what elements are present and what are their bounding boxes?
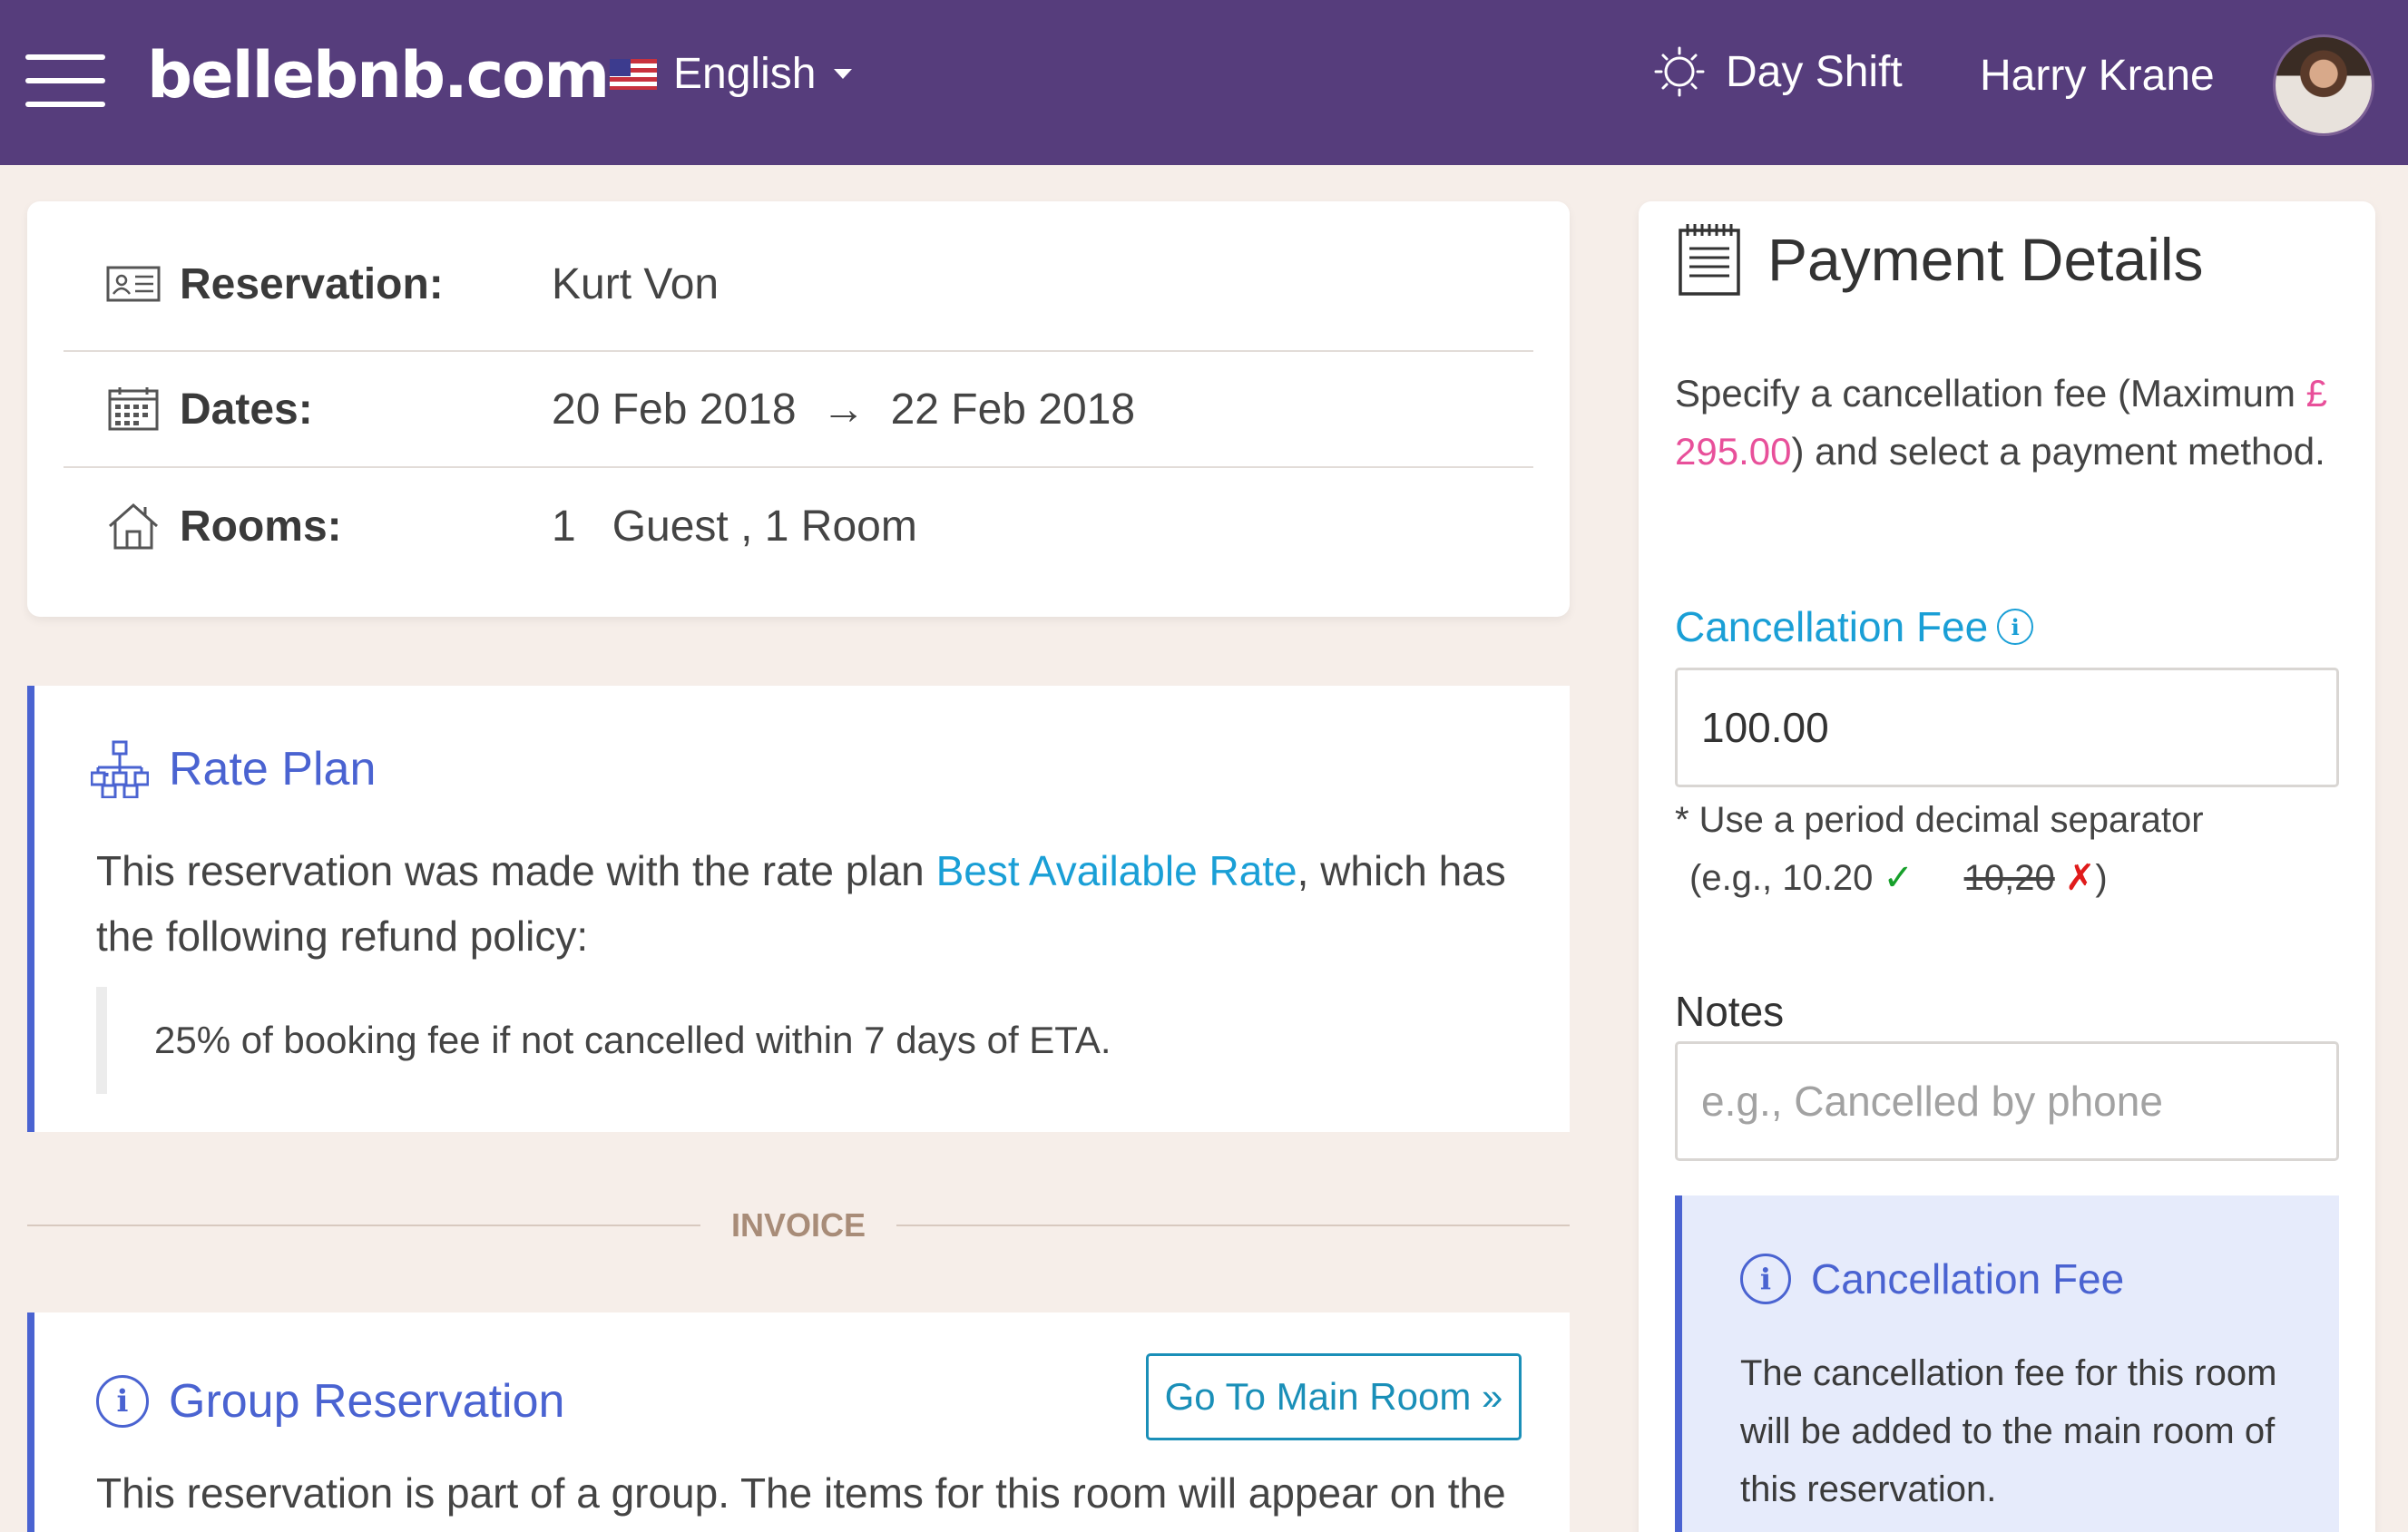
- shift-label: Day Shift: [1726, 47, 1903, 96]
- calendar-icon: [108, 387, 159, 431]
- hint-close: ): [2095, 858, 2108, 898]
- payment-description: Specify a cancellation fee (Maximum £ 29…: [1675, 365, 2346, 481]
- group-reservation-title: Group Reservation: [169, 1375, 565, 1428]
- user-name[interactable]: Harry Krane: [1980, 51, 2215, 101]
- notepad-icon: [1679, 224, 1740, 296]
- rooms-label: Rooms:: [180, 502, 342, 551]
- invoice-divider: INVOICE: [27, 1206, 1570, 1244]
- payment-desc-after: ) and select a payment method.: [1791, 430, 2325, 473]
- reservation-summary-card: Reservation: Kurt Von Dates: 20 Feb 2018…: [27, 201, 1570, 617]
- menu-icon[interactable]: [25, 54, 105, 107]
- reservation-label: Reservation:: [180, 259, 444, 308]
- info-box-text: The cancellation fee for this room will …: [1740, 1353, 2277, 1509]
- dates-row: Dates: 20 Feb 2018 → 22 Feb 2018: [64, 352, 1533, 468]
- us-flag-icon: [610, 58, 657, 90]
- payment-heading: Payment Details: [1677, 221, 2204, 298]
- cancellation-fee-info-box: i Cancellation Fee The cancellation fee …: [1675, 1195, 2339, 1532]
- hint-line-1: * Use a period decimal separator: [1675, 800, 2204, 840]
- info-box-heading: i Cancellation Fee: [1740, 1254, 2124, 1304]
- cancellation-fee-label-text: Cancellation Fee: [1675, 603, 1989, 650]
- group-reservation-heading: i Group Reservation: [96, 1374, 564, 1429]
- rate-plan-title: Rate Plan: [169, 743, 377, 795]
- notes-label: Notes: [1675, 988, 1785, 1035]
- rooms-row: Rooms: 1 Guest , 1 Room: [64, 468, 1533, 584]
- hint-open: (e.g., 10.20: [1689, 858, 1874, 898]
- invoice-label: INVOICE: [730, 1206, 866, 1244]
- cancellation-fee-label: Cancellation Fee i: [1675, 602, 2034, 651]
- info-icon: i: [1740, 1254, 1791, 1304]
- brand-logo[interactable]: bellebnb.com: [147, 38, 610, 112]
- date-to: 22 Feb 2018: [890, 385, 1136, 434]
- info-box-title: Cancellation Fee: [1811, 1255, 2125, 1303]
- rooms-value: 1 Guest , 1 Room: [552, 502, 917, 551]
- group-reservation-panel: i Group Reservation Go To Main Room » Th…: [27, 1312, 1570, 1532]
- go-to-main-room-button[interactable]: Go To Main Room »: [1146, 1353, 1522, 1440]
- shift-selector[interactable]: Day Shift: [1653, 45, 1903, 98]
- reservation-row: Reservation: Kurt Von: [64, 201, 1533, 352]
- hint-bad-example: 10,20: [1963, 858, 2055, 898]
- rate-plan-link[interactable]: Best Available Rate: [936, 847, 1297, 894]
- payment-title: Payment Details: [1767, 226, 2204, 293]
- id-card-icon: [106, 266, 161, 302]
- avatar[interactable]: [2273, 34, 2374, 136]
- decimal-separator-hint: * Use a period decimal separator (e.g., …: [1675, 791, 2204, 907]
- cross-icon: ✗: [2064, 858, 2096, 898]
- cancellation-fee-input[interactable]: [1675, 668, 2339, 787]
- rate-plan-description: This reservation was made with the rate …: [96, 838, 1548, 969]
- guest-name: Kurt Von: [552, 259, 719, 308]
- check-icon: ✓: [1883, 858, 1914, 898]
- language-label: English: [673, 50, 817, 98]
- rate-text-before: This reservation was made with the rate …: [96, 847, 936, 894]
- info-icon: i: [96, 1375, 149, 1428]
- group-reservation-text: This reservation is part of a group. The…: [96, 1469, 1506, 1517]
- hint-line-2: (e.g., 10.20 ✓ 10,20 ✗): [1675, 849, 2204, 907]
- top-navbar: bellebnb.com English Day Shift Harry Kra…: [0, 0, 2408, 165]
- payment-details-card: Payment Details Specify a cancellation f…: [1639, 201, 2375, 1532]
- house-icon: [109, 503, 158, 550]
- refund-policy-quote: 25% of booking fee if not cancelled with…: [96, 987, 1111, 1094]
- rate-plan-heading: Rate Plan: [91, 740, 376, 798]
- rate-plan-panel: Rate Plan This reservation was made with…: [27, 686, 1570, 1132]
- sun-icon: [1654, 46, 1705, 97]
- date-arrow: →: [821, 385, 866, 434]
- hierarchy-icon: [91, 740, 149, 798]
- payment-desc-before: Specify a cancellation fee (Maximum: [1675, 372, 2306, 415]
- info-icon[interactable]: i: [1997, 609, 2034, 645]
- notes-input[interactable]: [1675, 1041, 2339, 1161]
- language-selector[interactable]: English: [610, 49, 853, 99]
- dates-label: Dates:: [180, 385, 313, 434]
- date-from: 20 Feb 2018: [552, 385, 797, 434]
- chevron-down-icon: [834, 69, 853, 79]
